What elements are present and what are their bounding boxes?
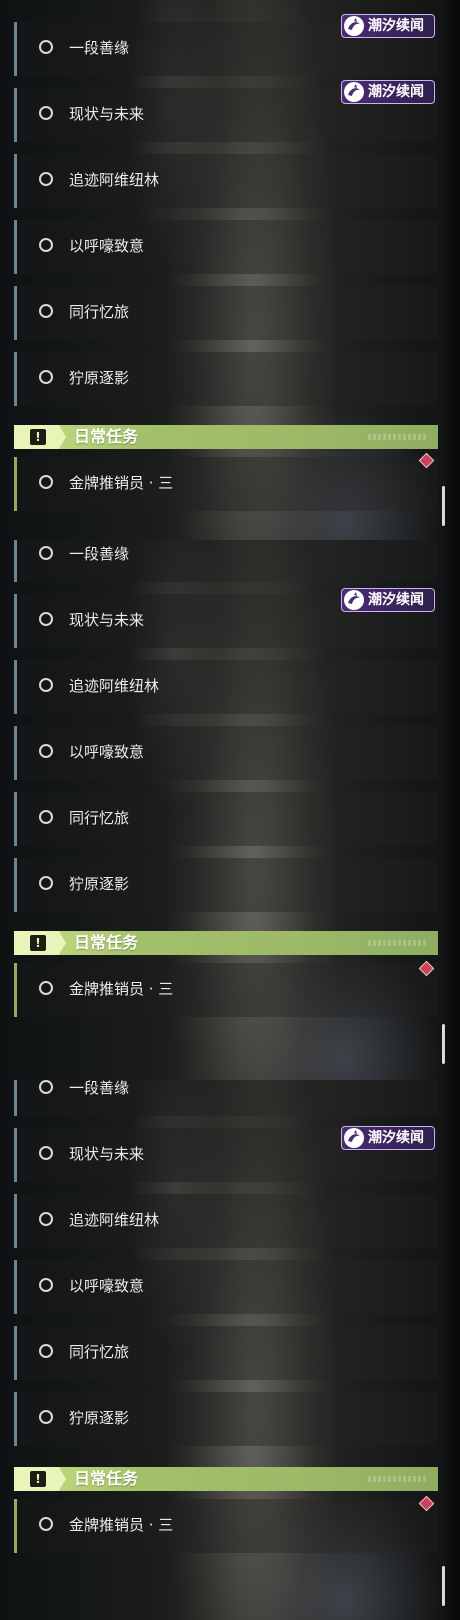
daily-tasks-title: 日常任务 <box>74 1469 139 1488</box>
quest-circle-icon <box>39 678 53 692</box>
quest-row[interactable]: 狞原逐影 <box>14 1392 438 1446</box>
quest-label: 以呼嚎致意 <box>69 1277 145 1295</box>
tide-news-tag: 潮汐续闻 <box>341 14 435 38</box>
quest-row[interactable]: 狞原逐影 <box>14 352 438 406</box>
quest-circle-icon <box>39 612 53 626</box>
quest-row[interactable]: 一段善缘 <box>14 1080 438 1116</box>
daily-tasks-title: 日常任务 <box>74 933 139 952</box>
scrollbar[interactable] <box>442 1566 445 1606</box>
tide-news-tag: 潮汐续闻 <box>341 1126 435 1150</box>
daily-header-badge: ! <box>14 425 66 449</box>
scrollbar[interactable] <box>442 1024 445 1064</box>
quest-label: 以呼嚎致意 <box>69 743 145 761</box>
quest-circle-icon <box>39 304 53 318</box>
quest-circle-icon <box>39 546 53 560</box>
daily-header-badge: ! <box>14 1467 66 1491</box>
quest-panel-2: 一段善缘 现状与未来 潮汐续闻 追迹阿维纽林 以呼嚎致意 同行忆旅 狞原逐影 !… <box>0 540 460 1080</box>
quest-circle-icon <box>39 1410 53 1424</box>
quest-label: 追迹阿维纽林 <box>69 171 160 189</box>
tide-news-label: 潮汐续闻 <box>368 84 424 100</box>
quest-circle-icon <box>39 1278 53 1292</box>
quest-circle-icon <box>39 810 53 824</box>
daily-task-row[interactable]: 金牌推销员 · 三 <box>14 963 438 1017</box>
quest-circle-icon <box>39 744 53 758</box>
tide-logo-icon <box>344 16 364 36</box>
quest-panel-1: 一段善缘 潮汐续闻 现状与未来 潮汐续闻 追迹阿维纽林 以呼嚎致意 同行忆旅 狞… <box>0 0 460 540</box>
quest-label: 狞原逐影 <box>69 875 130 893</box>
quest-label: 现状与未来 <box>69 611 145 629</box>
daily-task-row[interactable]: 金牌推销员 · 三 <box>14 457 438 511</box>
quest-circle-icon <box>39 1517 53 1531</box>
quest-label: 现状与未来 <box>69 1145 145 1163</box>
quest-circle-icon <box>39 238 53 252</box>
header-decoration <box>368 940 428 946</box>
tide-logo-icon <box>344 82 364 102</box>
daily-header-badge: ! <box>14 931 66 955</box>
quest-row[interactable]: 追迹阿维纽林 <box>14 154 438 208</box>
quest-label: 狞原逐影 <box>69 1409 130 1427</box>
quest-label: 同行忆旅 <box>69 303 130 321</box>
daily-tasks-title: 日常任务 <box>74 427 139 446</box>
quest-label: 狞原逐影 <box>69 369 130 387</box>
daily-task-label: 金牌推销员 · 三 <box>69 980 174 998</box>
quest-circle-icon <box>39 1146 53 1160</box>
header-decoration <box>368 1476 428 1482</box>
daily-task-label: 金牌推销员 · 三 <box>69 474 174 492</box>
tide-news-tag: 潮汐续闻 <box>341 588 435 612</box>
exclamation-icon: ! <box>30 429 46 445</box>
quest-circle-icon <box>39 106 53 120</box>
quest-circle-icon <box>39 40 53 54</box>
quest-circle-icon <box>39 475 53 489</box>
quest-label: 一段善缘 <box>69 1080 130 1097</box>
quest-label: 同行忆旅 <box>69 1343 130 1361</box>
quest-row[interactable]: 一段善缘 <box>14 540 438 582</box>
quest-label: 同行忆旅 <box>69 809 130 827</box>
quest-row[interactable]: 以呼嚎致意 <box>14 1260 438 1314</box>
quest-row[interactable]: 以呼嚎致意 <box>14 726 438 780</box>
quest-row[interactable]: 追迹阿维纽林 <box>14 1194 438 1248</box>
quest-label: 以呼嚎致意 <box>69 237 145 255</box>
tide-logo-icon <box>344 1128 364 1148</box>
daily-tasks-header[interactable]: ! 日常任务 <box>14 1467 438 1491</box>
quest-circle-icon <box>39 1080 53 1094</box>
quest-row[interactable]: 狞原逐影 <box>14 858 438 912</box>
daily-task-label: 金牌推销员 · 三 <box>69 1516 174 1534</box>
quest-circle-icon <box>39 981 53 995</box>
tide-logo-icon <box>344 590 364 610</box>
quest-circle-icon <box>39 1344 53 1358</box>
quest-label: 一段善缘 <box>69 39 130 57</box>
quest-circle-icon <box>39 876 53 890</box>
tide-news-label: 潮汐续闻 <box>368 18 424 34</box>
quest-row[interactable]: 以呼嚎致意 <box>14 220 438 274</box>
daily-tasks-header[interactable]: ! 日常任务 <box>14 425 438 449</box>
header-decoration <box>368 434 428 440</box>
tide-news-tag: 潮汐续闻 <box>341 80 435 104</box>
quest-panel-3: 一段善缘 现状与未来 潮汐续闻 追迹阿维纽林 以呼嚎致意 同行忆旅 狞原逐影 !… <box>0 1080 460 1620</box>
exclamation-icon: ! <box>30 1471 46 1487</box>
quest-label: 追迹阿维纽林 <box>69 677 160 695</box>
quest-row[interactable]: 同行忆旅 <box>14 1326 438 1380</box>
quest-row[interactable]: 同行忆旅 <box>14 286 438 340</box>
quest-row[interactable]: 追迹阿维纽林 <box>14 660 438 714</box>
daily-tasks-header[interactable]: ! 日常任务 <box>14 931 438 955</box>
scrollbar[interactable] <box>442 486 445 526</box>
quest-label: 一段善缘 <box>69 545 130 563</box>
quest-circle-icon <box>39 1212 53 1226</box>
exclamation-icon: ! <box>30 935 46 951</box>
tide-news-label: 潮汐续闻 <box>368 592 424 608</box>
quest-label: 追迹阿维纽林 <box>69 1211 160 1229</box>
daily-task-row[interactable]: 金牌推销员 · 三 <box>14 1499 438 1553</box>
quest-row[interactable]: 同行忆旅 <box>14 792 438 846</box>
tide-news-label: 潮汐续闻 <box>368 1130 424 1146</box>
quest-label: 现状与未来 <box>69 105 145 123</box>
quest-circle-icon <box>39 172 53 186</box>
quest-circle-icon <box>39 370 53 384</box>
